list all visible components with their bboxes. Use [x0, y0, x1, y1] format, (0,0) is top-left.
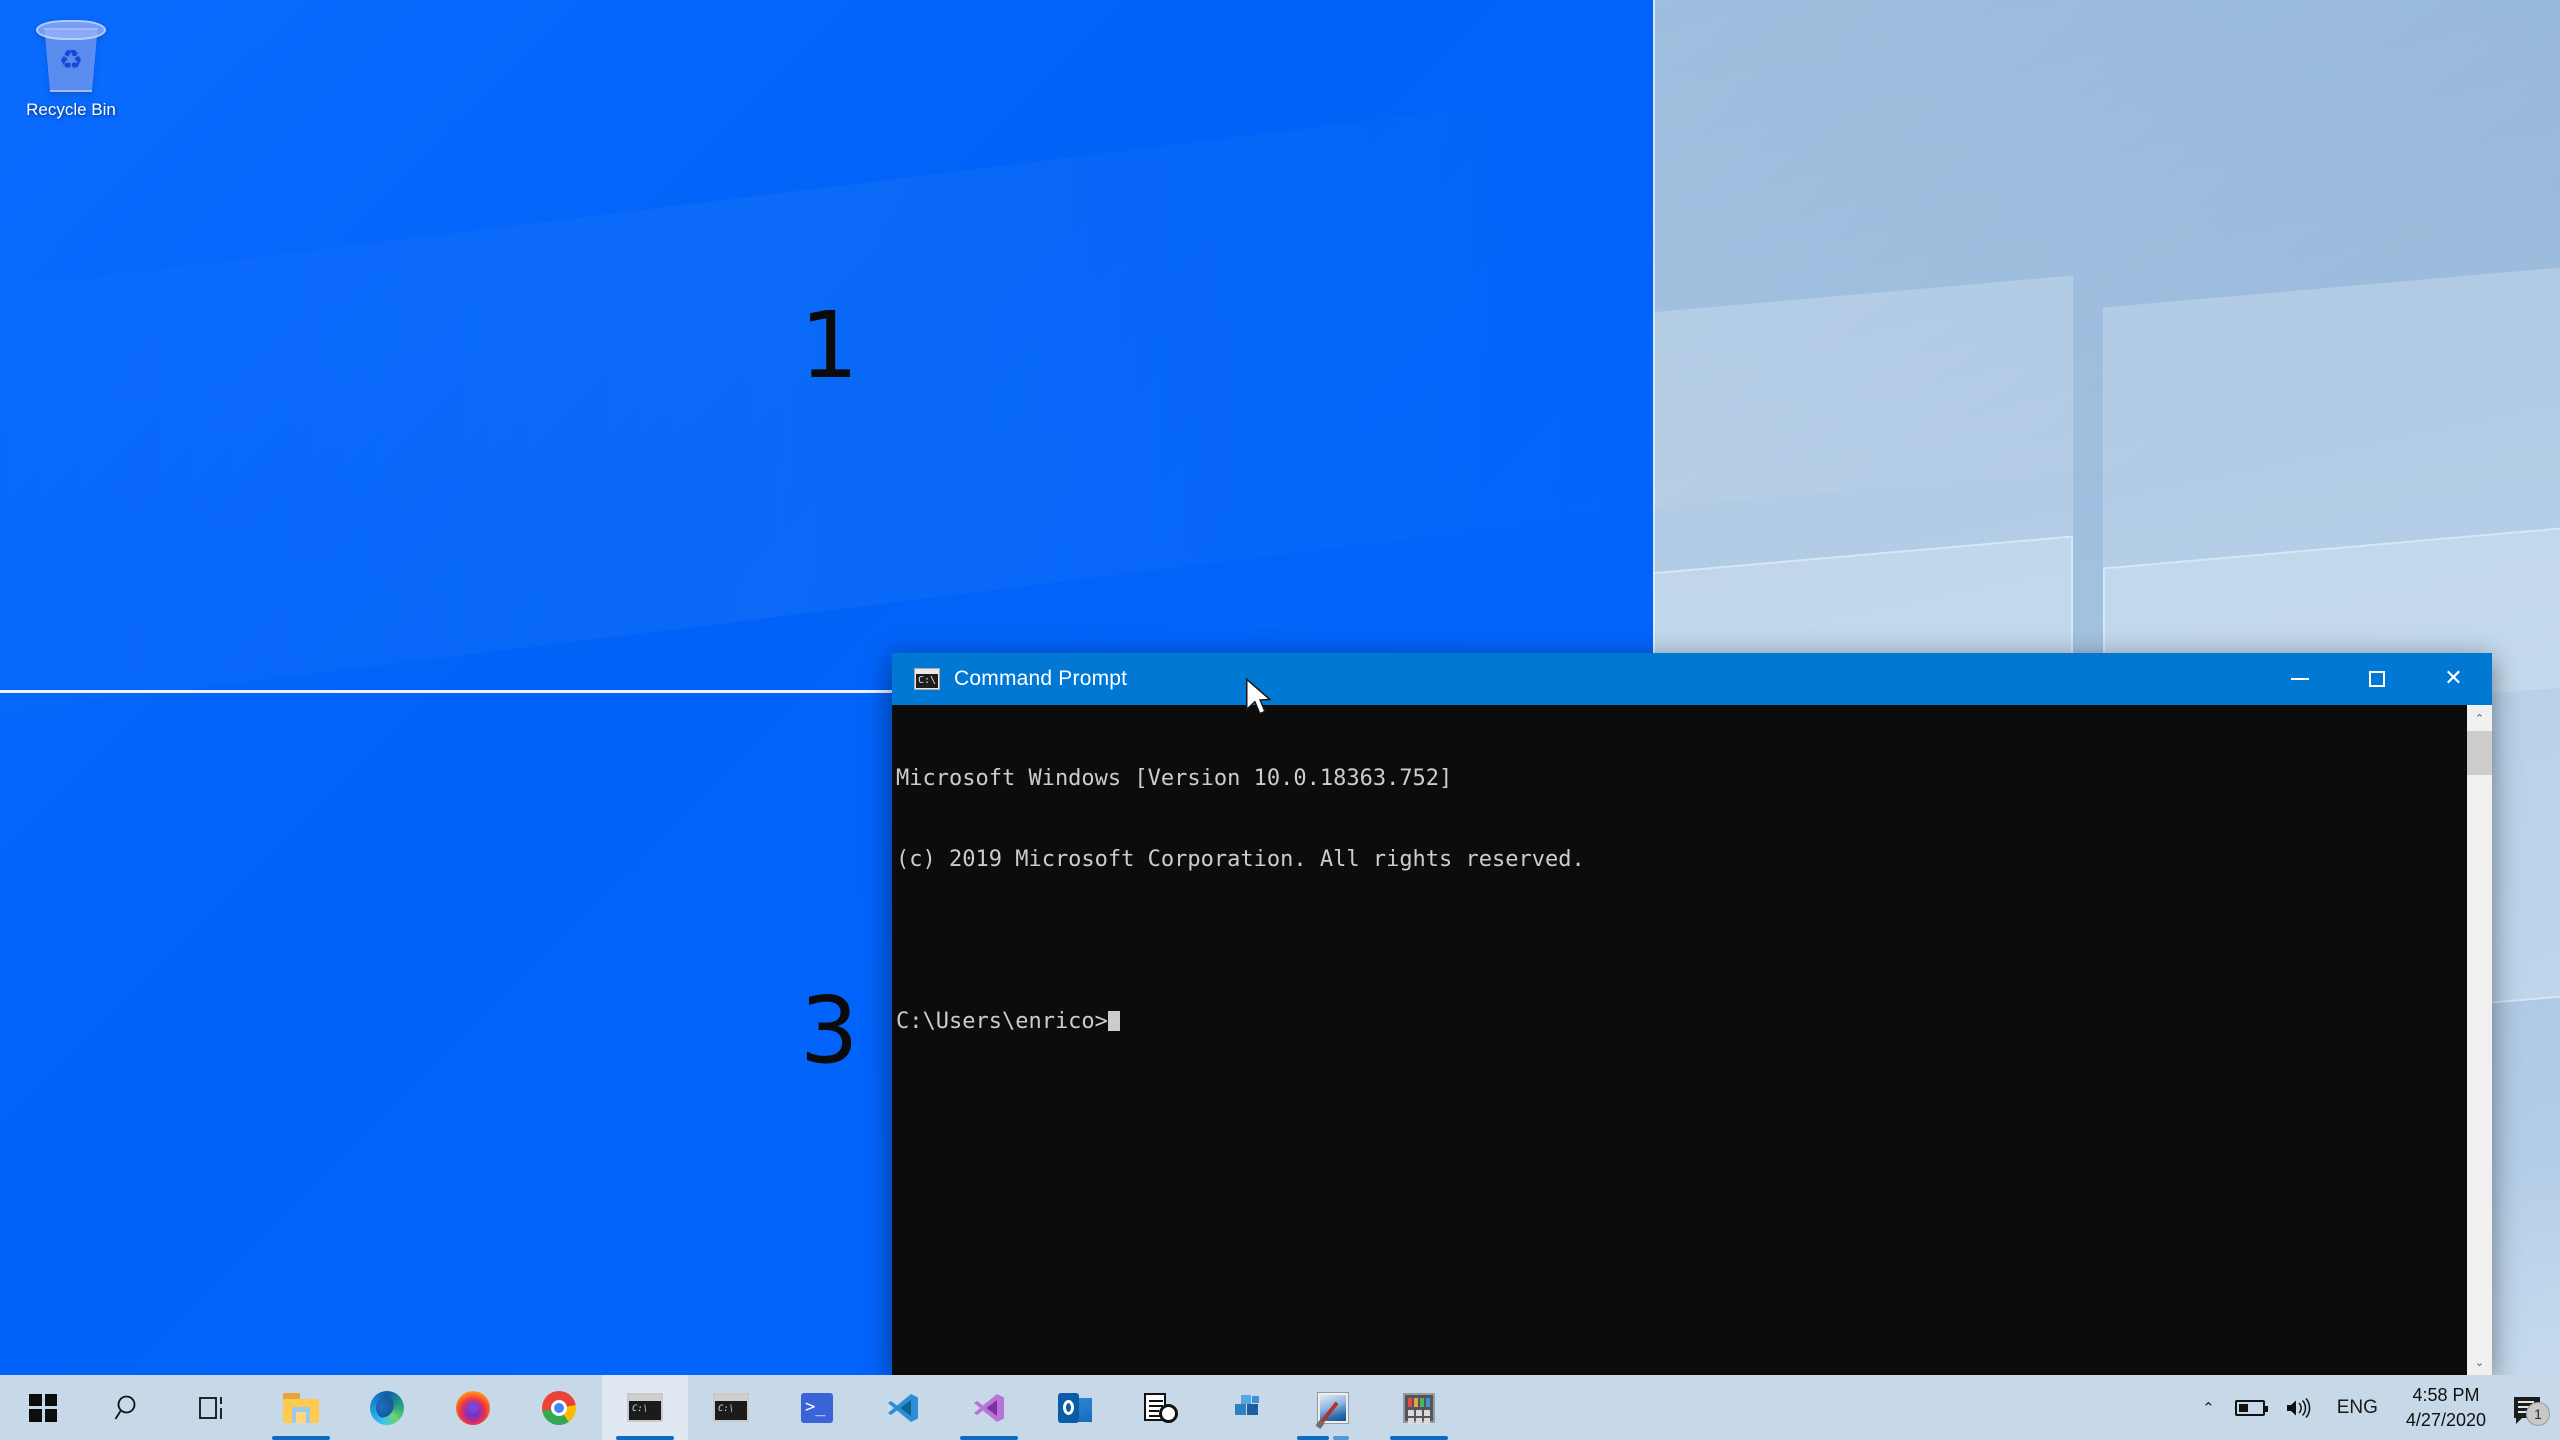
firefox-button[interactable] [430, 1375, 516, 1440]
maximize-icon [2368, 671, 2385, 687]
doc-search-button[interactable] [1118, 1375, 1204, 1440]
system-tray[interactable]: ⌃ ENG 4:58 PM 4/27/2020 1 [2192, 1375, 2560, 1440]
folder-icon [283, 1392, 319, 1423]
monitor-number-1: 1 [800, 292, 859, 399]
task-view-icon [199, 1396, 222, 1419]
command-prompt-window[interactable]: C:\ Command Prompt ✕ Microsoft Windows [… [892, 653, 2492, 1375]
search-button[interactable] [86, 1375, 172, 1440]
console-caret [1107, 1011, 1120, 1031]
task-view-button[interactable] [172, 1375, 258, 1440]
console-output[interactable]: Microsoft Windows [Version 10.0.18363.75… [892, 705, 2466, 1375]
battery-icon [2234, 1399, 2268, 1416]
console-line-1: Microsoft Windows [Version 10.0.18363.75… [896, 766, 1453, 791]
powershell-button[interactable]: >_ [774, 1375, 860, 1440]
console-prompt-line: C:\Users\enrico> [896, 1008, 2466, 1035]
start-button[interactable] [0, 1375, 86, 1440]
cube-app-button[interactable] [1204, 1375, 1290, 1440]
edge-icon [370, 1390, 404, 1425]
paint-icon [1317, 1391, 1349, 1424]
close-icon: ✕ [2444, 666, 2463, 691]
cmd-icon-text: C:\ [918, 675, 937, 686]
taskbar[interactable]: C:\ C:\ >_ ⌃ ENG 4:58 PM 4/27/2020 1 [0, 1375, 2560, 1440]
recycle-bin-icon[interactable]: ♻ Recycle Bin [12, 12, 130, 152]
close-button[interactable]: ✕ [2415, 653, 2492, 705]
window-titlebar[interactable]: C:\ Command Prompt ✕ [892, 653, 2492, 705]
clock-date: 4/27/2020 [2405, 1409, 2486, 1430]
microsoft-edge-button[interactable] [344, 1375, 430, 1440]
command-prompt-button[interactable]: C:\ [602, 1375, 688, 1440]
console-scrollbar[interactable]: ⌃ ⌄ [2466, 705, 2492, 1375]
color-grid-icon [1403, 1392, 1435, 1424]
minimize-icon [2290, 678, 2309, 680]
notification-center-button[interactable]: 1 [2500, 1375, 2554, 1440]
language-indicator[interactable]: ENG [2323, 1375, 2392, 1440]
paint-open-indicator-1 [1297, 1436, 1329, 1440]
chrome-icon [542, 1390, 576, 1425]
monitor-number-3: 3 [800, 977, 859, 1084]
console-line-2: (c) 2019 Microsoft Corporation. All righ… [896, 847, 1585, 872]
vs-code-icon [888, 1393, 918, 1422]
console-line-3 [896, 927, 2466, 954]
scroll-up-button[interactable]: ⌃ [2467, 705, 2492, 731]
outlook-icon [1058, 1392, 1092, 1423]
clock-button[interactable]: 4:58 PM 4/27/2020 [2392, 1375, 2500, 1440]
scrollbar-track[interactable] [2467, 731, 2492, 1349]
color-grid-button[interactable] [1376, 1375, 1462, 1440]
chevron-up-icon: ⌃ [2202, 1399, 2215, 1417]
command-prompt-2-icon: C:\ [713, 1393, 749, 1422]
visual-studio-icon [974, 1393, 1004, 1422]
scroll-down-button[interactable]: ⌄ [2467, 1349, 2492, 1375]
recycle-bin-label: Recycle Bin [26, 100, 116, 119]
minimize-button[interactable] [2261, 653, 2338, 705]
battery-button[interactable] [2225, 1375, 2275, 1440]
window-title: Command Prompt [954, 667, 1128, 690]
color-grid-open-indicator [1390, 1436, 1448, 1440]
clock-time: 4:58 PM [2412, 1384, 2480, 1405]
volume-button[interactable] [2275, 1375, 2323, 1440]
visual-studio-open-indicator [960, 1436, 1018, 1440]
maximize-button[interactable] [2338, 653, 2415, 705]
windows-logo-icon [29, 1393, 57, 1422]
command-prompt-active-indicator [616, 1436, 674, 1440]
visual-studio-button[interactable] [946, 1375, 1032, 1440]
cube-icon [1235, 1394, 1259, 1415]
vs-code-button[interactable] [860, 1375, 946, 1440]
volume-icon [2286, 1397, 2310, 1418]
scrollbar-thumb[interactable] [2467, 731, 2492, 775]
outlook-button[interactable] [1032, 1375, 1118, 1440]
document-search-icon [1144, 1392, 1178, 1423]
command-prompt-icon: C:\ [627, 1393, 663, 1422]
firefox-icon [456, 1390, 490, 1425]
window-controls[interactable]: ✕ [2261, 653, 2492, 705]
desktop[interactable]: 1 3 ♻ Recycle Bin C:\ Command Prompt ✕ M… [0, 0, 2560, 1375]
paint-button[interactable] [1290, 1375, 1376, 1440]
chrome-button[interactable] [516, 1375, 602, 1440]
console-area[interactable]: Microsoft Windows [Version 10.0.18363.75… [892, 705, 2492, 1375]
recycle-symbol: ♻ [58, 45, 84, 75]
paint-open-indicator-2 [1333, 1436, 1349, 1440]
console-prompt: C:\Users\enrico> [896, 1009, 1108, 1034]
notification-badge: 1 [2526, 1402, 2550, 1426]
cmd-icon: C:\ [914, 668, 940, 690]
file-explorer-open-indicator [272, 1436, 330, 1440]
file-explorer-button[interactable] [258, 1375, 344, 1440]
powershell-icon: >_ [801, 1392, 833, 1423]
command-prompt-2-button[interactable]: C:\ [688, 1375, 774, 1440]
search-icon [114, 1395, 136, 1419]
show-hidden-icons-button[interactable]: ⌃ [2192, 1375, 2225, 1440]
recycle-bin-glyph: ♻ [33, 12, 109, 94]
